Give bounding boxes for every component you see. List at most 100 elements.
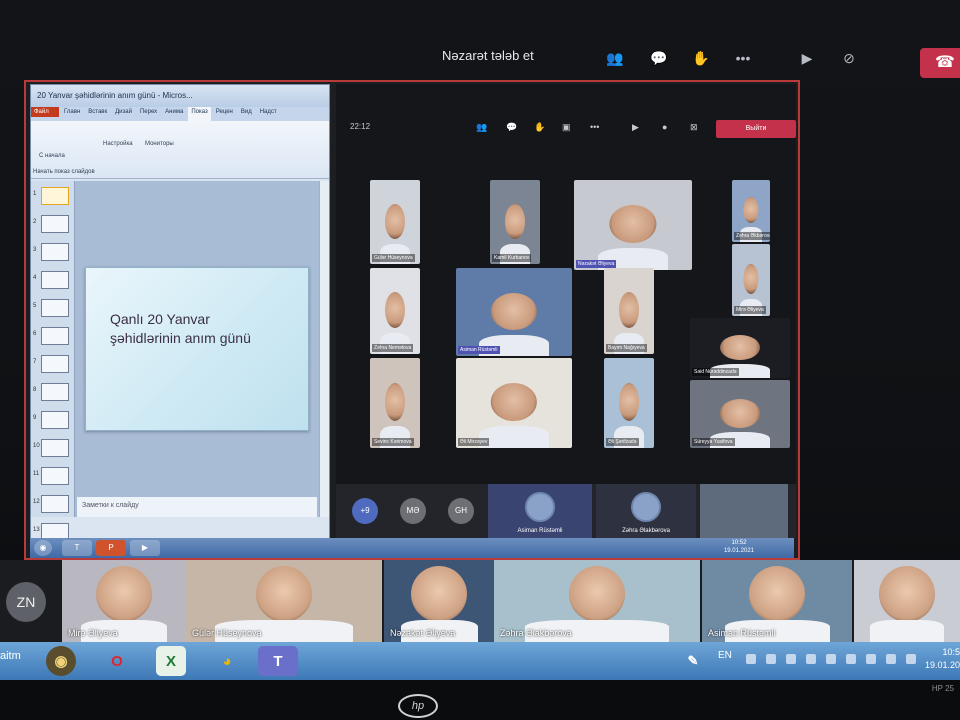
slide-thumbnail[interactable] xyxy=(41,327,69,345)
bottom-tile: Zəhra Əlakbərova xyxy=(596,484,696,538)
slide-thumbnail[interactable] xyxy=(41,383,69,401)
slide-thumbnail[interactable] xyxy=(41,495,69,513)
slide-thumbnail[interactable] xyxy=(41,271,69,289)
vertical-scrollbar[interactable] xyxy=(319,181,329,517)
participant-name: Asiman Rüstəmli xyxy=(458,346,500,354)
teams-icon[interactable]: T xyxy=(62,540,92,556)
chat-icon[interactable]: 💬 xyxy=(506,122,517,133)
camera-icon[interactable]: ▶ xyxy=(632,122,639,133)
chat-icon[interactable]: 💬 xyxy=(648,50,670,70)
mic-off-icon[interactable]: ⊘ xyxy=(838,50,860,70)
tab-view[interactable]: Вид xyxy=(238,107,255,121)
tray-icon[interactable] xyxy=(846,654,856,664)
participant-name: Süreyya Yusifova xyxy=(692,438,735,446)
participant-face xyxy=(385,383,405,421)
network-icon[interactable] xyxy=(886,654,896,664)
pen-icon[interactable]: ✎ xyxy=(678,646,708,676)
tray-icon[interactable] xyxy=(866,654,876,664)
more-icon[interactable]: ••• xyxy=(732,50,754,70)
monitors-button[interactable]: Мониторы xyxy=(145,141,174,147)
participant-body xyxy=(869,620,945,642)
tab-addins[interactable]: Надст xyxy=(257,107,280,121)
tab-review[interactable]: Рецен xyxy=(213,107,236,121)
meeting-timer: 22:12 xyxy=(350,122,371,131)
slide-thumbnail[interactable] xyxy=(41,243,69,261)
slide-number: 3 xyxy=(33,247,37,253)
tray-icon[interactable] xyxy=(806,654,816,664)
excel-icon[interactable]: X xyxy=(156,646,186,676)
language-indicator[interactable]: EN xyxy=(718,650,732,661)
mic-icon[interactable]: ● xyxy=(662,122,667,132)
powerpoint-icon[interactable]: P xyxy=(96,540,126,556)
bottom-tile: Asiman Rüstəmli xyxy=(488,484,592,538)
tray-icon[interactable] xyxy=(786,654,796,664)
participant-face xyxy=(743,264,759,295)
participant-face xyxy=(749,566,805,622)
stop-share-icon[interactable]: ⊠ xyxy=(690,122,698,133)
video-tile: Səid Nurəddinzadə xyxy=(690,318,790,378)
tab-file[interactable]: Файл xyxy=(31,107,59,117)
ppt-window-title: 20 Yanvar şəhidlərinin anım günü - Micro… xyxy=(31,85,329,107)
slide-thumbnail[interactable] xyxy=(41,299,69,317)
opera-icon[interactable]: O xyxy=(102,646,132,676)
avatar: MƏ xyxy=(400,498,426,524)
raise-hand-icon[interactable]: ✋ xyxy=(690,50,712,70)
slide-thumbnail[interactable] xyxy=(41,439,69,457)
slide-thumbnail[interactable] xyxy=(41,411,69,429)
people-icon[interactable]: 👥 xyxy=(604,50,626,70)
participant-name: Mirə Əliyeva xyxy=(734,306,766,314)
hp-logo: hp xyxy=(398,694,438,718)
slide-notes[interactable]: Заметки к слайду xyxy=(77,497,317,517)
people-icon[interactable]: 👥 xyxy=(476,122,487,133)
more-participants-badge[interactable]: +9 xyxy=(352,498,378,524)
tray-icon[interactable] xyxy=(746,654,756,664)
video-tile: Gülər Hüseynova xyxy=(370,180,420,264)
chrome-icon[interactable]: ◕ xyxy=(212,646,242,676)
tray-icon[interactable] xyxy=(766,654,776,664)
slide-thumbnail[interactable] xyxy=(41,215,69,233)
camera-icon[interactable]: ▶ xyxy=(796,50,818,70)
setup-button[interactable]: Настройка xyxy=(103,141,133,147)
slide-number: 11 xyxy=(33,471,40,477)
more-icon[interactable]: ••• xyxy=(590,122,599,132)
slide-number: 9 xyxy=(33,415,37,421)
tab-insert[interactable]: Вставк xyxy=(85,107,110,121)
tab-home[interactable]: Главн xyxy=(61,107,83,121)
mind-icon[interactable]: ◉ xyxy=(46,646,76,676)
video-tile: Əli Mirzəyev xyxy=(456,358,572,448)
from-start-button[interactable]: С начала xyxy=(39,153,65,159)
slide-thumbnail[interactable] xyxy=(41,187,69,205)
leave-button[interactable]: Выйти xyxy=(716,120,796,138)
participant-face xyxy=(879,566,935,622)
hangup-button[interactable]: ☎ xyxy=(920,48,960,78)
clock-date: 19.01.20 xyxy=(924,660,960,670)
share-icon[interactable]: ▣ xyxy=(562,122,571,133)
start-icon[interactable]: ◉ xyxy=(34,540,52,556)
participant-name: Kamil Kurbanov xyxy=(492,254,532,262)
video-tile: Bayım Nağıyeva xyxy=(604,268,654,354)
participant-name: Zəhra Nemətova xyxy=(372,344,414,352)
volume-icon[interactable] xyxy=(906,654,916,664)
participant-name: Gülər Hüseynova xyxy=(192,628,262,638)
slide-thumbnail[interactable] xyxy=(41,467,69,485)
tab-slideshow[interactable]: Показ xyxy=(188,107,211,121)
slide-thumbnail-panel: 1 2 3 4 5 6 7 8 9 10 11 12 13 xyxy=(31,181,75,541)
slide-thumbnail[interactable] xyxy=(41,355,69,373)
media-icon[interactable]: ▶ xyxy=(130,540,160,556)
taskbar-clock[interactable]: 10:5 19.01.20 xyxy=(925,646,960,672)
participant-face xyxy=(256,566,312,622)
taskbar-label: aitm xyxy=(0,650,21,662)
slide-number: 10 xyxy=(33,443,40,449)
participant-face xyxy=(385,203,405,239)
tab-design[interactable]: Дизай xyxy=(112,107,135,121)
tab-animations[interactable]: Анима xyxy=(162,107,186,121)
participant-name: Zəhra Əlakbərova xyxy=(500,628,572,638)
teams-icon[interactable]: T xyxy=(258,646,298,676)
slide-number: 5 xyxy=(33,303,37,309)
tray-icon[interactable] xyxy=(826,654,836,664)
raise-hand-icon[interactable]: ✋ xyxy=(534,122,545,133)
tab-transitions[interactable]: Перех xyxy=(137,107,160,121)
windows-taskbar: aitm ◉ O X ◕ T ✎ EN 10:5 19.01.20 xyxy=(0,642,960,680)
participant-face xyxy=(743,197,759,224)
video-tile: Nəzakət Əliyeva xyxy=(574,180,692,270)
